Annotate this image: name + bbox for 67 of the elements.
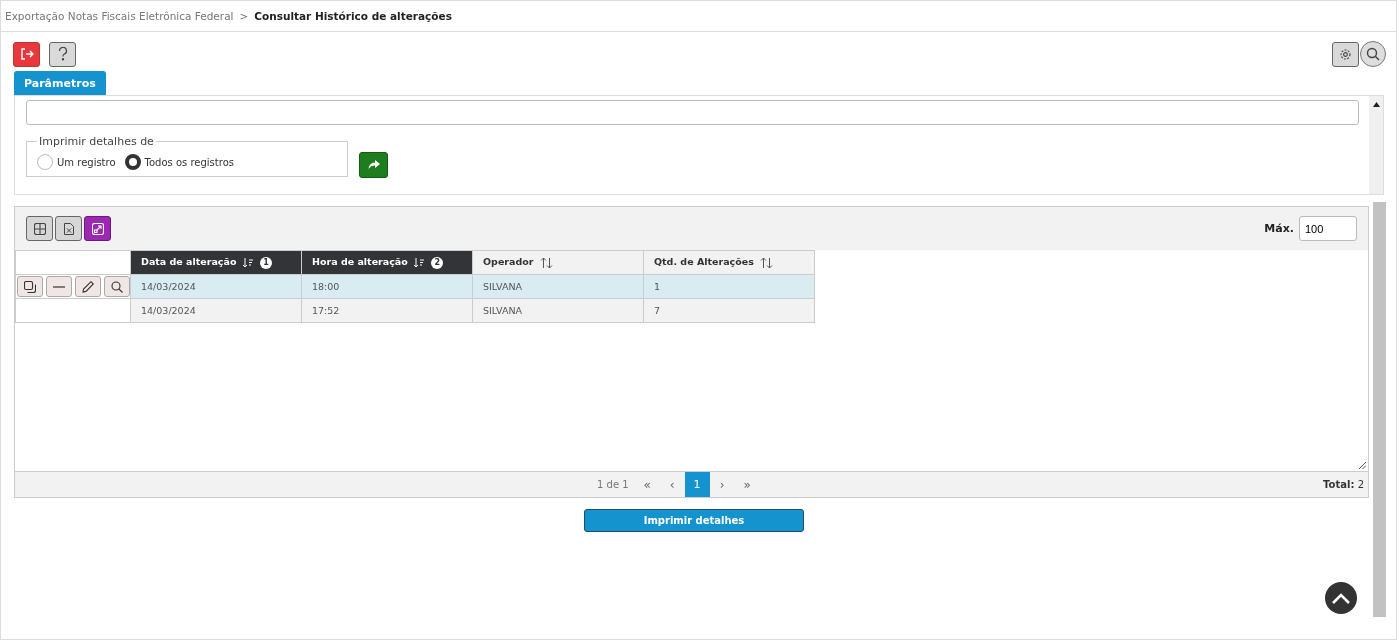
table-cell: 14/03/2024 xyxy=(130,298,302,323)
previous-page-button[interactable]: ‹ xyxy=(659,472,685,497)
spreadsheet-file-icon xyxy=(63,222,74,235)
page-title: Consultar Histórico de alterações xyxy=(254,10,452,22)
minus-icon xyxy=(53,285,65,288)
help-button[interactable] xyxy=(49,41,76,67)
breadcrumb-link[interactable]: Exportação Notas Fiscais Eletrônica Federal xyxy=(5,10,234,22)
copy-button[interactable] xyxy=(17,276,43,297)
sort-order-badge: 1 xyxy=(260,256,273,269)
columns-button[interactable] xyxy=(26,216,53,241)
group-legend: Imprimir detalhes de xyxy=(37,135,156,148)
total-value: 2 xyxy=(1357,479,1364,490)
copy-icon xyxy=(24,280,36,293)
chevron-up-icon xyxy=(1332,592,1350,604)
input-field[interactable] xyxy=(26,100,1359,125)
page-button[interactable]: 1 xyxy=(684,472,710,497)
export-button[interactable] xyxy=(55,216,82,241)
column-header[interactable]: Hora de alteração 2 xyxy=(301,250,473,275)
breadcrumb-separator: > xyxy=(239,10,249,22)
table-cell: 7 xyxy=(643,298,815,323)
parameters-tab[interactable]: Parâmetros xyxy=(14,71,106,95)
table-cell: 18:00 xyxy=(301,274,473,299)
column-header[interactable]: Operador xyxy=(472,250,644,275)
total-label: Total: xyxy=(1323,479,1355,490)
search-icon xyxy=(1366,47,1380,61)
table-cell: SILVANA xyxy=(472,298,644,323)
expand-icon xyxy=(91,222,104,235)
settings-button[interactable] xyxy=(1332,41,1359,67)
scroll-up-icon xyxy=(1372,102,1380,107)
search-icon xyxy=(111,280,123,293)
first-page-button[interactable]: « xyxy=(634,472,660,497)
search-button[interactable] xyxy=(104,276,130,297)
grid-icon xyxy=(33,222,46,235)
max-field[interactable]: 100 xyxy=(1299,216,1357,241)
next-page-button[interactable]: › xyxy=(709,472,735,497)
table-cell: 14/03/2024 xyxy=(130,274,302,299)
sort-order-badge: 2 xyxy=(431,256,444,269)
search-button[interactable] xyxy=(1360,41,1386,67)
radio-button[interactable]: Um registro xyxy=(37,154,116,170)
sort-icon xyxy=(539,256,553,269)
scrollbar[interactable] xyxy=(1373,202,1386,617)
question-icon xyxy=(57,47,68,61)
pencil-icon xyxy=(82,280,94,293)
column-header[interactable]: Qtd. de Alterações xyxy=(643,250,815,275)
sort-icon xyxy=(760,256,774,269)
print-details-button[interactable]: Imprimir detalhes xyxy=(584,509,804,532)
resize-grip-icon xyxy=(1359,462,1366,469)
page-info: 1 de 1 xyxy=(597,479,629,490)
radio-label: Um registro xyxy=(57,156,116,168)
sort-descending-icon xyxy=(242,257,254,269)
exit-icon xyxy=(19,47,34,61)
max-label: Máx. xyxy=(1264,222,1294,235)
table-cell: SILVANA xyxy=(472,274,644,299)
scroll-to-top-button[interactable] xyxy=(1325,582,1357,614)
sort-descending-icon xyxy=(414,257,426,269)
forward-arrow-icon xyxy=(367,160,380,170)
radio-button[interactable]: Todos os registros xyxy=(124,154,234,170)
expand-button[interactable] xyxy=(84,216,111,241)
exit-button[interactable] xyxy=(13,41,40,67)
radio-label: Todos os registros xyxy=(144,156,234,168)
forward-button[interactable] xyxy=(359,152,388,178)
table-cell: 17:52 xyxy=(301,298,473,323)
last-page-button[interactable]: » xyxy=(734,472,760,497)
settings-icon xyxy=(1339,47,1352,61)
column-header[interactable]: Data de alteração 1 xyxy=(130,250,302,275)
edit-button[interactable] xyxy=(75,276,101,297)
table-cell: 1 xyxy=(643,274,815,299)
